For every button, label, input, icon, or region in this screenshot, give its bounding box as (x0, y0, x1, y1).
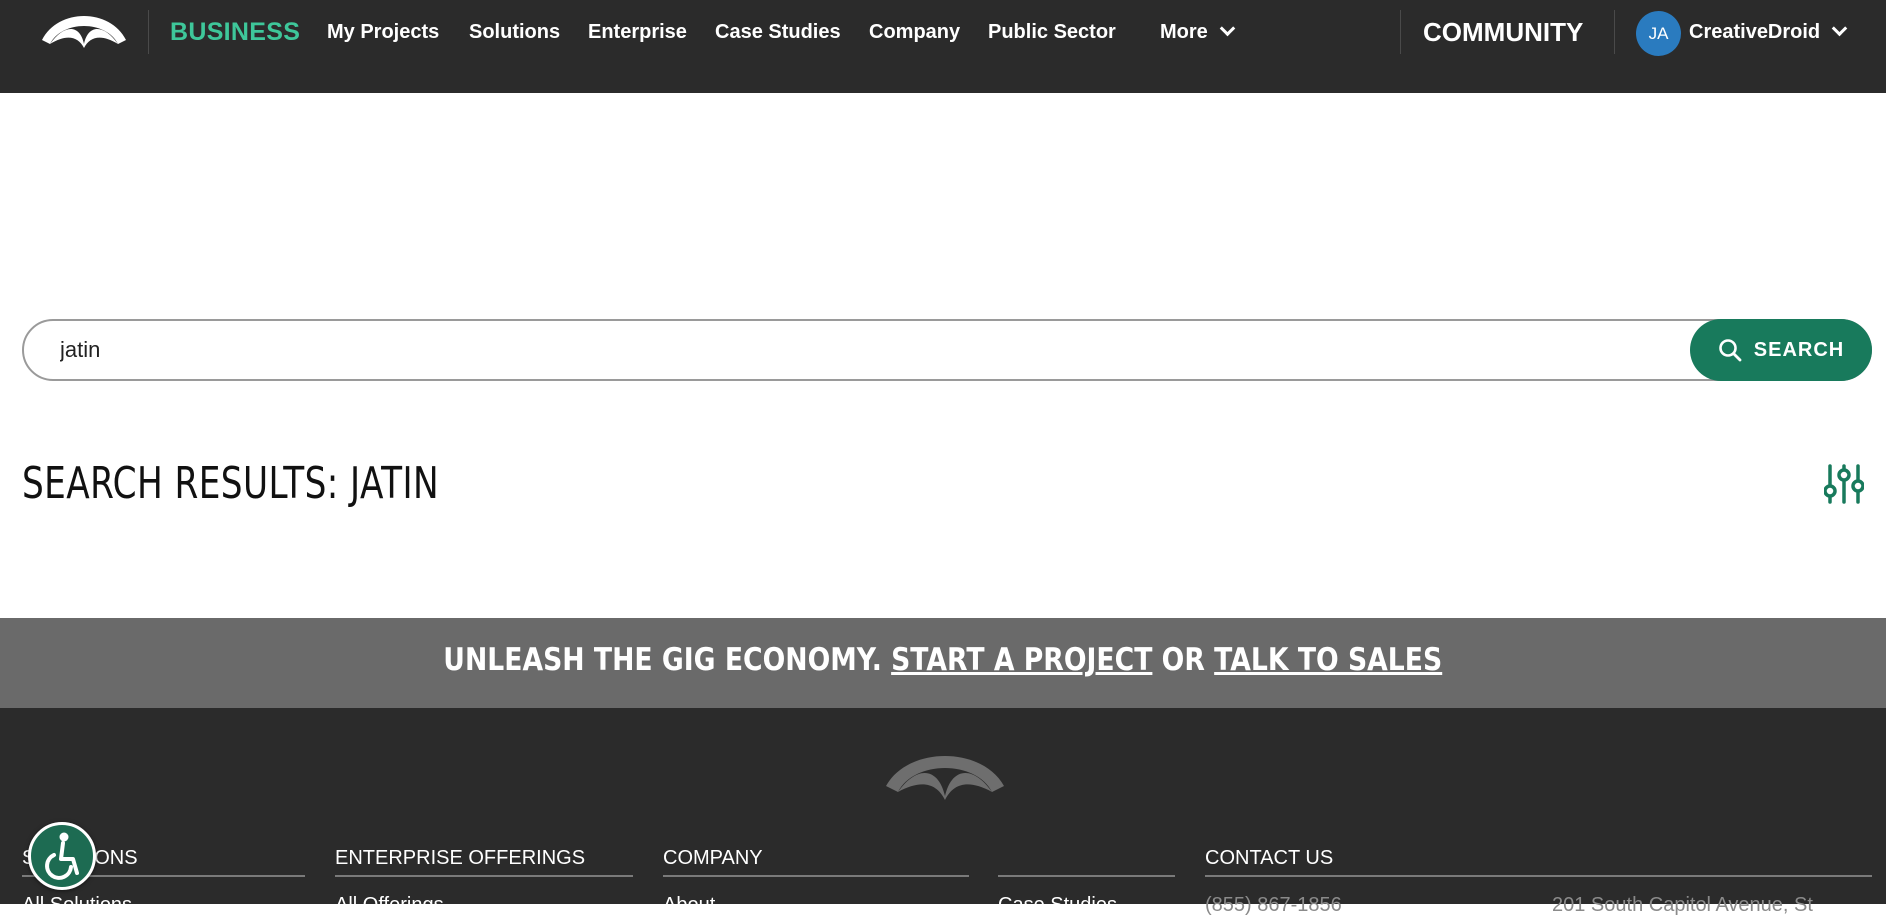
footer-divider (663, 875, 969, 877)
search-results-title: SEARCH RESULTS: JATIN (22, 458, 440, 509)
footer-phone-link[interactable]: (855) 867-1856 (1205, 894, 1342, 917)
nav-more-label: More (1160, 21, 1208, 43)
footer-divider (1205, 875, 1872, 877)
cta-lead-text: UNLEASH THE GIG ECONOMY. (443, 642, 883, 678)
nav-public-sector[interactable]: Public Sector (988, 21, 1116, 44)
footer-address: 201 South Capitol Avenue, St (1552, 894, 1813, 916)
footer-link-all-solutions[interactable]: All Solutions (22, 894, 132, 917)
cta-banner-text: UNLEASH THE GIG ECONOMY. START A PROJECT… (444, 642, 1443, 678)
footer-divider (335, 875, 633, 877)
business-brand-link[interactable]: BUSINESS (170, 18, 300, 47)
talk-to-sales-link[interactable]: TALK TO SALES (1214, 642, 1442, 678)
header-divider (1614, 10, 1615, 54)
start-project-link[interactable]: START A PROJECT (891, 642, 1152, 678)
footer-heading-contact: CONTACT US (1205, 847, 1334, 869)
topcoder-logo-icon[interactable] (40, 14, 128, 54)
nav-solutions[interactable]: Solutions (469, 21, 560, 44)
nav-enterprise[interactable]: Enterprise (588, 21, 687, 44)
nav-company[interactable]: Company (869, 21, 960, 44)
nav-case-studies[interactable]: Case Studies (715, 21, 841, 44)
search-bar (22, 319, 1872, 381)
footer-divider (998, 875, 1175, 877)
search-button[interactable]: SEARCH (1690, 319, 1872, 381)
chevron-down-icon (1219, 20, 1236, 37)
search-input[interactable] (60, 333, 1660, 367)
accessibility-button[interactable] (28, 822, 96, 890)
cta-or-text: OR (1161, 642, 1206, 678)
cta-banner: UNLEASH THE GIG ECONOMY. START A PROJECT… (0, 618, 1886, 708)
footer-link-case-studies[interactable]: Case Studies (998, 894, 1117, 917)
footer-link-about[interactable]: About (663, 894, 715, 917)
header-divider (1400, 10, 1401, 54)
username-label: CreativeDroid (1689, 21, 1821, 43)
top-navigation-bar: BUSINESS My Projects Solutions Enterpris… (0, 0, 1886, 93)
footer-heading-enterprise: ENTERPRISE OFFERINGS (335, 847, 586, 869)
user-avatar[interactable]: JA (1636, 11, 1681, 56)
header-divider (148, 10, 149, 54)
chevron-down-icon (1831, 20, 1848, 37)
search-icon (1718, 339, 1742, 362)
filter-sliders-icon[interactable] (1824, 462, 1864, 506)
footer-logo-icon[interactable] (884, 752, 1006, 804)
search-button-label: SEARCH (1753, 338, 1845, 361)
nav-my-projects[interactable]: My Projects (327, 21, 439, 44)
footer: SOLUTIONS All Solutions ENTERPRISE OFFER… (0, 708, 1886, 916)
user-menu-dropdown[interactable]: CreativeDroid (1689, 20, 1848, 44)
community-link[interactable]: COMMUNITY (1423, 17, 1583, 48)
wheelchair-icon (45, 832, 79, 880)
footer-heading-company: COMPANY (663, 847, 763, 869)
footer-link-all-offerings[interactable]: All Offerings (335, 894, 444, 917)
nav-more-dropdown[interactable]: More (1160, 20, 1236, 44)
